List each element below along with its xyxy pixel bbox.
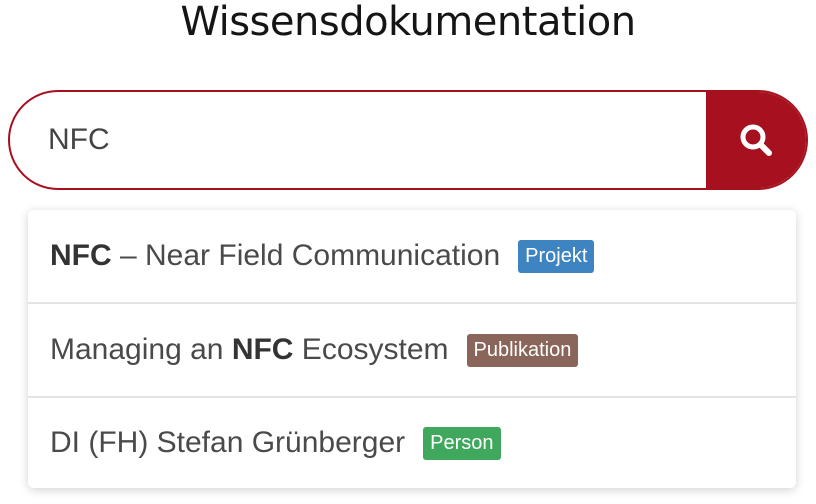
search-icon — [739, 123, 773, 157]
match-highlight: NFC — [231, 333, 294, 366]
search-input[interactable] — [10, 92, 706, 188]
match-highlight: NFC — [50, 239, 112, 272]
suggestion-label: NFC – Near Field Communication — [50, 239, 501, 272]
suggestion-label: Managing an NFC Ecosystem — [50, 333, 449, 366]
type-badge: Person — [423, 426, 501, 460]
suggestion-item-nfc-project[interactable]: NFC – Near Field Communication Projekt — [28, 210, 796, 304]
suggestion-item-person[interactable]: DI (FH) Stefan Grünberger Person — [28, 398, 796, 488]
search-button[interactable] — [706, 92, 806, 188]
suggestion-label: DI (FH) Stefan Grünberger — [50, 426, 406, 459]
type-badge: Publikation — [466, 333, 579, 367]
suggestion-item-nfc-publication[interactable]: Managing an NFC Ecosystem Publikation — [28, 304, 796, 398]
type-badge: Projekt — [518, 239, 595, 273]
suggestion-list: NFC – Near Field Communication Projekt M… — [28, 210, 796, 488]
search-bar — [8, 90, 808, 190]
page-title: Wissensdokumentation — [180, 0, 636, 45]
